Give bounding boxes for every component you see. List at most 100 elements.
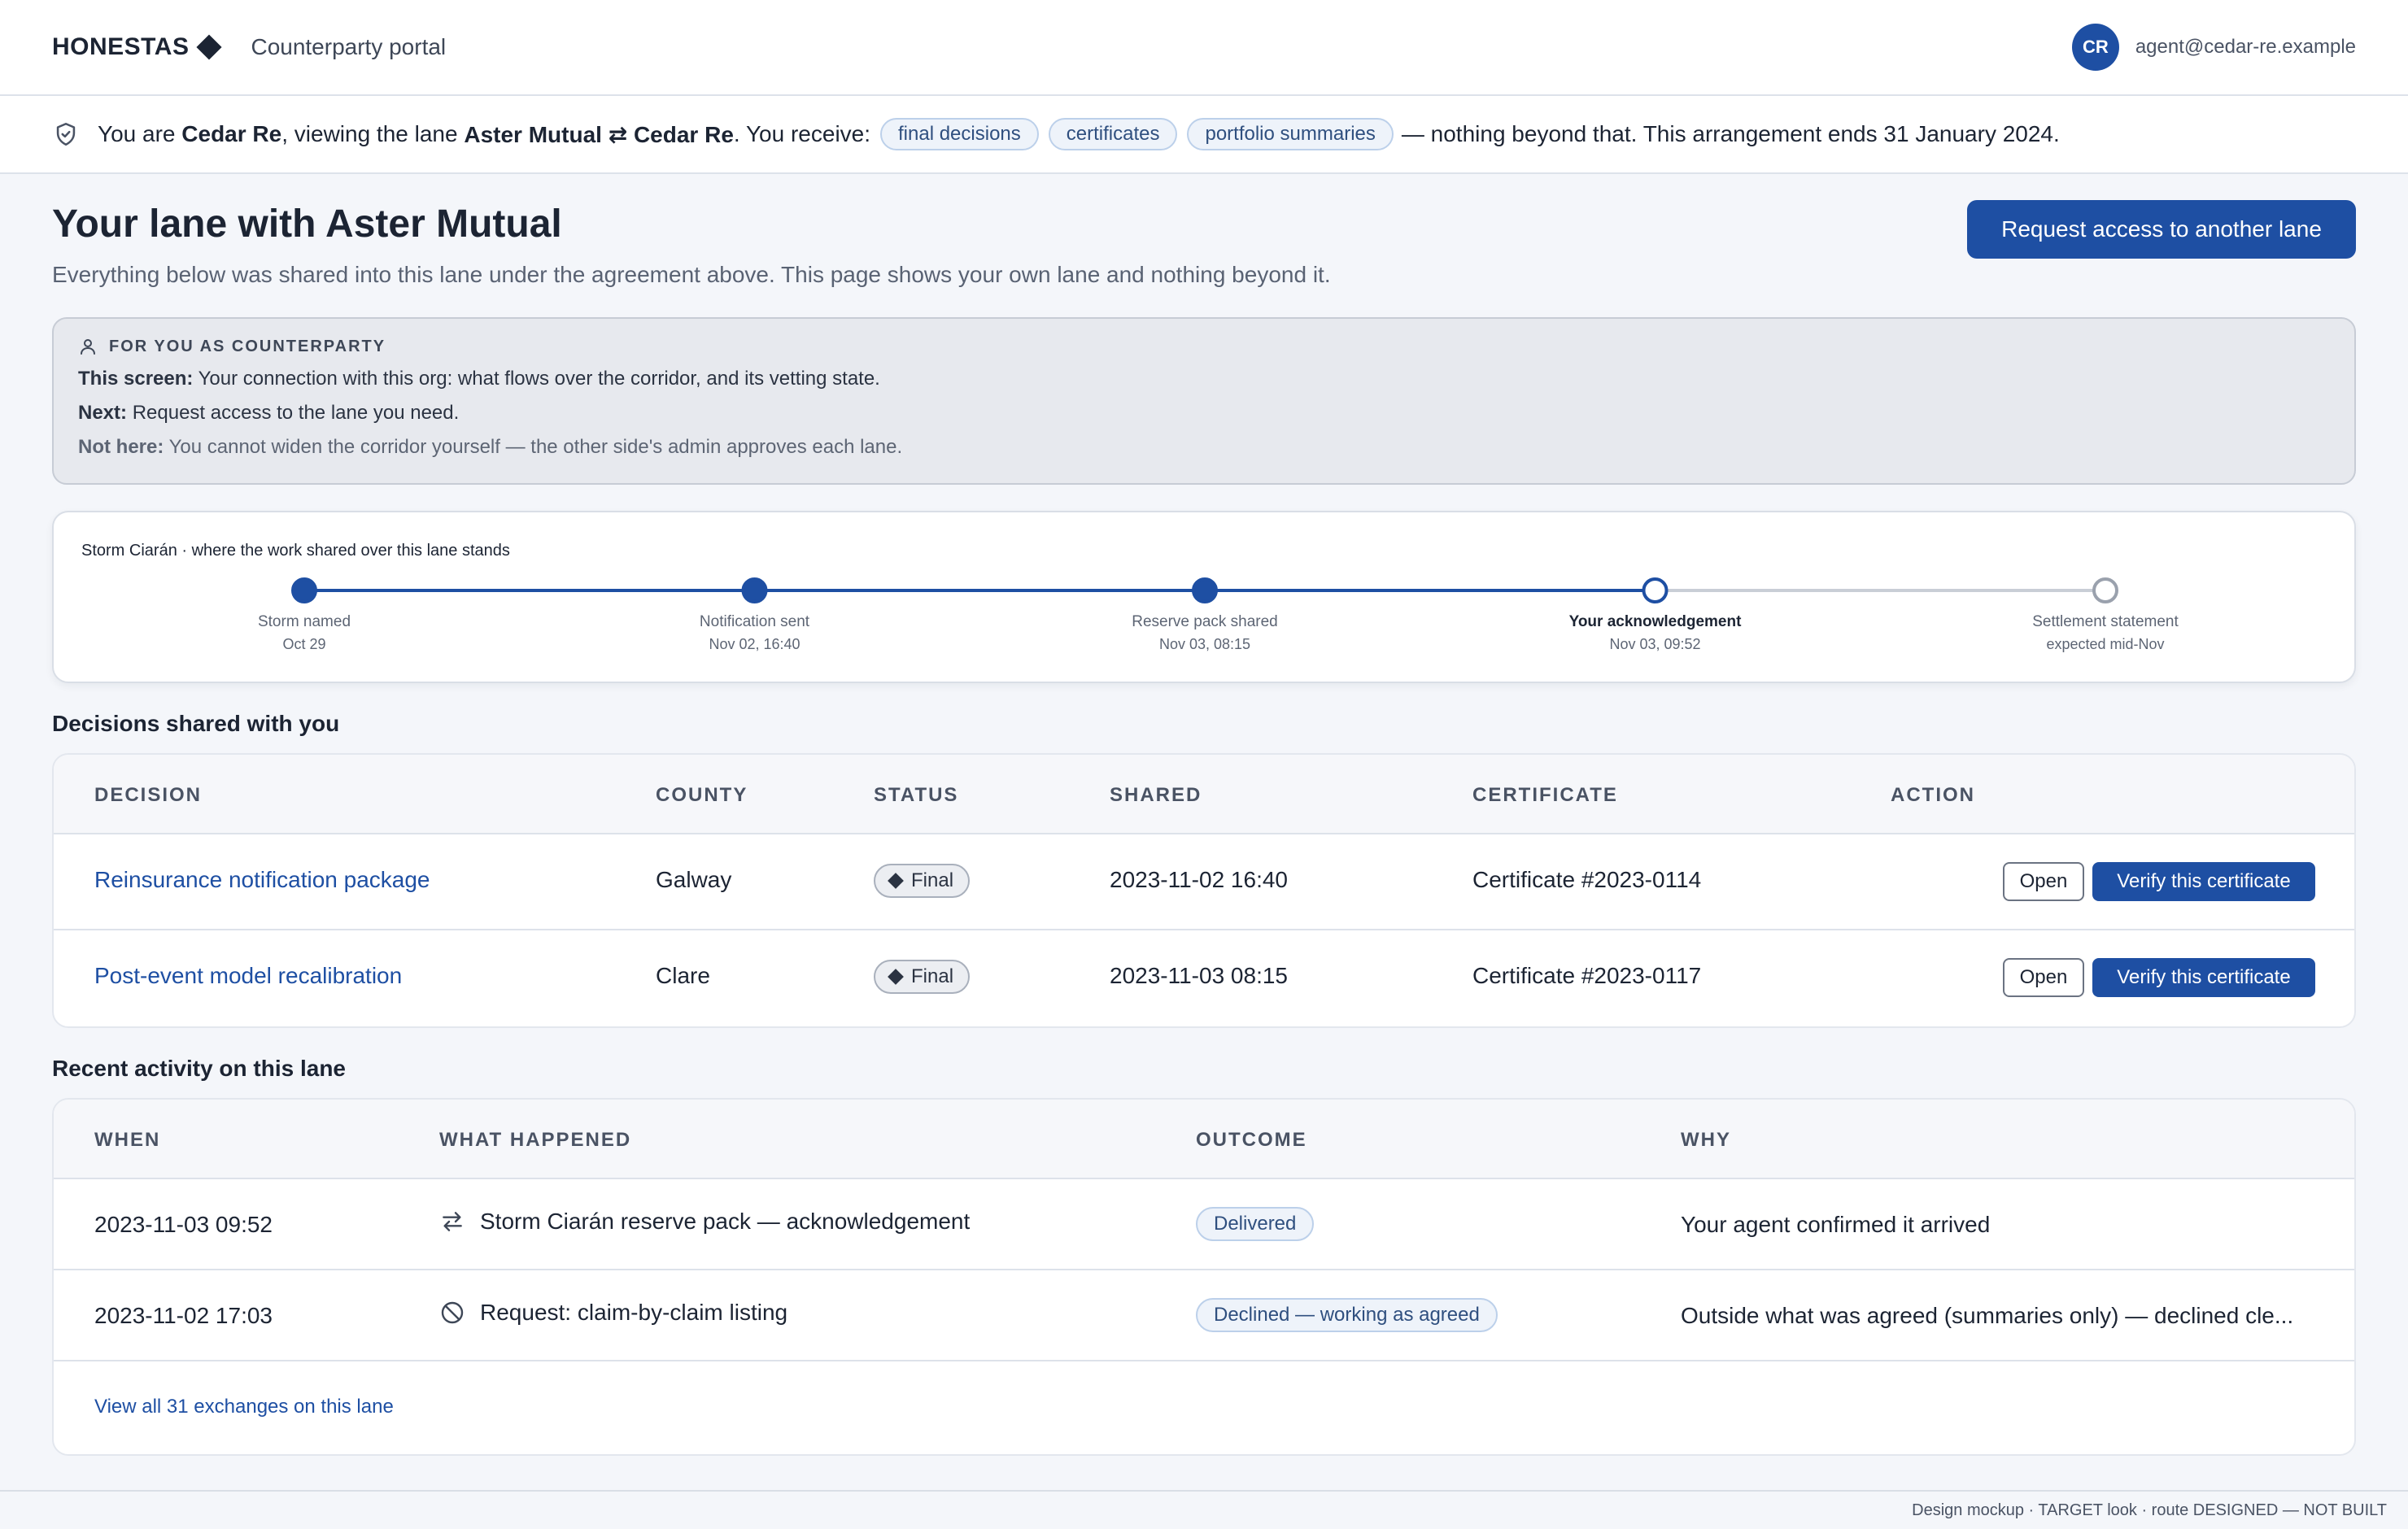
status-text: Final [911,869,954,891]
helper-nothere-text: You cannot widen the corridor yourself —… [168,436,903,458]
timeline-step-date: Nov 03, 09:52 [1609,636,1701,652]
decision-link[interactable]: Post-event model recalibration [94,963,402,989]
col-status: STATUS [874,784,959,806]
helper-this-screen: This screen: Your connection with this o… [78,368,2330,390]
activity-what-text: Request: claim-by-claim listing [480,1300,788,1325]
decision-certificate: Certificate #2023-0117 [1472,963,1702,988]
helper-next-label: Next: [78,402,128,424]
timeline-node [1642,577,1669,603]
timeline-node [1192,577,1218,603]
diamond-icon [888,873,904,889]
user-email: agent@cedar-re.example [2135,36,2356,58]
person-icon [81,339,95,355]
view-all-exchanges-link[interactable]: View all 31 exchanges on this lane [94,1396,394,1418]
decision-link[interactable]: Reinsurance notification package [94,867,430,893]
page-title: Your lane with Aster Mutual [52,203,562,246]
status-text: Final [911,965,954,987]
status-badge: Final [874,960,971,994]
col-when: WHEN [94,1129,161,1151]
decision-county: Clare [656,963,710,988]
lane-timeline: Storm Ciarán · where the work shared ove… [52,511,2356,683]
scope-mid: , viewing the lane [281,121,465,146]
brand-name: HONESTAS [52,33,190,60]
timeline-step-date: expected mid-Nov [2046,636,2165,652]
status-badge: Final [874,864,971,898]
open-button[interactable]: Open [2003,862,2084,901]
scope-chip-final-decisions: final decisions [880,118,1039,150]
page-subtitle: Everything below was shared into this la… [52,262,1331,287]
verify-certificate-button[interactable]: Verify this certificate [2092,862,2315,901]
user-menu[interactable]: CR agent@cedar-re.example [2071,24,2356,71]
col-certificate: CERTIFICATE [1472,784,1618,806]
decision-county: Galway [656,867,732,892]
scope-banner: You are Cedar Re , viewing the lane Aste… [0,96,2408,174]
outcome-badge: Declined — working as agreed [1196,1298,1498,1332]
col-action: ACTION [1891,784,1975,806]
scope-chip-portfolio-summaries: portfolio summaries [1187,118,1394,150]
timeline-node [291,577,317,603]
col-decision: DECISION [94,784,203,806]
counterparty-helper-panel: FOR YOU AS COUNTERPARTY This screen: You… [52,317,2356,485]
table-row: Reinsurance notification package Galway … [54,834,2354,930]
col-what-happened: WHAT HAPPENED [439,1129,632,1151]
table-row: 2023-11-02 17:03 Request: claim-by-claim… [54,1270,2354,1361]
decisions-table: DECISION COUNTY STATUS SHARED CERTIFICAT… [52,753,2356,1028]
helper-next-text: Request access to the lane you need. [132,402,460,424]
activity-footer-row: View all 31 exchanges on this lane [54,1361,2354,1454]
col-outcome: OUTCOME [1196,1129,1307,1151]
exchange-icon [443,1212,462,1231]
outcome-badge: Delivered [1196,1207,1315,1241]
decision-shared: 2023-11-03 08:15 [1110,963,1288,988]
table-row: Post-event model recalibration Clare Fin… [54,930,2354,1026]
timeline-step-label: Your acknowledgement [1568,613,1742,630]
activity-when: 2023-11-02 17:03 [94,1303,273,1328]
avatar[interactable]: CR [2071,24,2119,71]
activity-why: Your agent confirmed it arrived [1681,1212,1991,1237]
scope-prefix: You are [98,121,182,146]
timeline-step-label: Settlement statement [2032,613,2179,630]
helper-screen-label: This screen: [78,368,194,390]
helper-next: Next: Request access to the lane you nee… [78,402,2330,425]
timeline-track [291,577,2118,603]
scope-lane: Aster Mutual ⇄ Cedar Re [464,121,734,147]
decisions-table-header: DECISION COUNTY STATUS SHARED CERTIFICAT… [54,755,2354,834]
activity-what: Storm Ciarán reserve pack — acknowledgem… [439,1209,970,1235]
shield-check-icon [56,122,76,146]
decision-shared: 2023-11-02 16:40 [1110,867,1288,892]
col-county: COUNTY [656,784,748,806]
scope-org: Cedar Re [181,121,282,146]
timeline-step-label: Reserve pack shared [1132,613,1278,630]
timeline-node [2092,577,2118,603]
helper-nothere-label: Not here: [78,436,164,458]
helper-not-here: Not here: You cannot widen the corridor … [78,436,2330,459]
page-footer: Design mockup · TARGET look · route DESI… [0,1490,2408,1529]
timeline-step-date: Oct 29 [282,636,326,652]
timeline-step-label: Storm named [257,613,351,630]
request-access-button[interactable]: Request access to another lane [1967,200,2356,259]
diamond-icon [888,969,904,985]
timeline-step-date: Nov 02, 16:40 [709,636,800,652]
scope-receive: . You receive: [733,121,871,146]
table-row: 2023-11-03 09:52 Storm Ciarán reserve pa… [54,1179,2354,1270]
brand-diamond-icon [196,34,223,60]
helper-heading-row: FOR YOU AS COUNTERPARTY [78,337,2330,356]
verify-certificate-button[interactable]: Verify this certificate [2092,958,2315,997]
decisions-heading: Decisions shared with you [52,711,340,736]
scope-suffix: — nothing beyond that. This arrangement … [1401,121,2060,146]
footer-note: Design mockup · TARGET look · route DESI… [1912,1501,2387,1519]
col-why: WHY [1681,1129,1731,1151]
timeline-step-date: Nov 03, 08:15 [1158,636,1251,652]
blocked-icon [441,1301,464,1324]
activity-why: Outside what was agreed (summaries only)… [1681,1303,2294,1328]
brand-logo[interactable]: HONESTAS [52,33,223,61]
activity-what: Request: claim-by-claim listing [439,1300,787,1326]
scope-chip-certificates: certificates [1048,118,1178,150]
activity-table-header: WHEN WHAT HAPPENED OUTCOME WHY [54,1100,2354,1179]
open-button[interactable]: Open [2003,958,2084,997]
activity-what-text: Storm Ciarán reserve pack — acknowledgem… [480,1209,971,1234]
timeline-node [741,577,768,603]
top-bar: HONESTAS Counterparty portal CR agent@ce… [0,0,2408,96]
activity-heading: Recent activity on this lane [52,1056,346,1081]
helper-screen-text: Your connection with this org: what flow… [198,368,880,390]
helper-heading: FOR YOU AS COUNTERPARTY [109,337,386,355]
